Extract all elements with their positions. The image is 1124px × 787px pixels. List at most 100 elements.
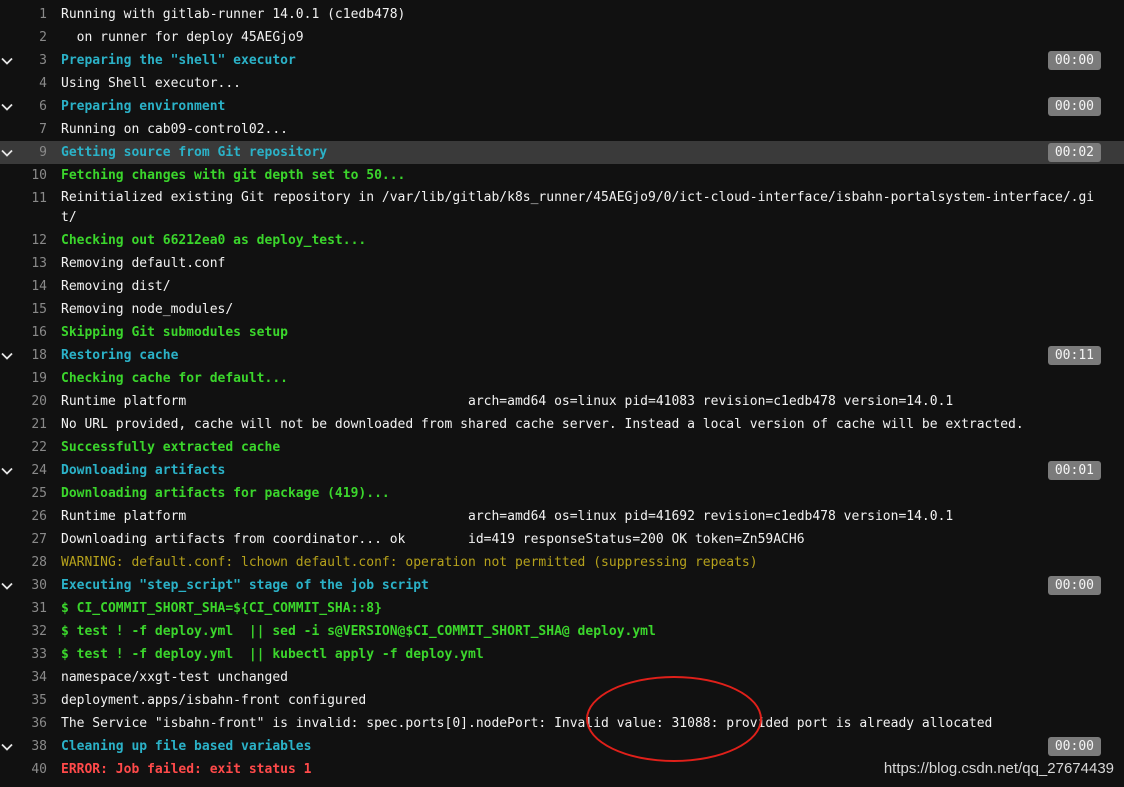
line-number[interactable]: 26 — [14, 505, 47, 528]
log-section-header[interactable]: 38 Cleaning up file based variables 00:00 — [0, 735, 1124, 758]
section-duration-badge: 00:00 — [1047, 51, 1101, 70]
line-number[interactable]: 14 — [14, 275, 47, 298]
log-text: Downloading artifacts for package (419).… — [61, 486, 390, 501]
line-number[interactable]: 20 — [14, 390, 47, 413]
log-line: 28 WARNING: default.conf: lchown default.… — [0, 551, 1124, 574]
log-text: on runner for deploy 45AEGjo9 — [61, 30, 304, 45]
chevron-down-icon[interactable] — [1, 574, 13, 597]
log-section-header[interactable]: 18 Restoring cache 00:11 — [0, 344, 1124, 367]
log-line: 36 The Service "isbahn-front" is invalid:… — [0, 712, 1124, 735]
line-number[interactable]: 15 — [14, 298, 47, 321]
log-text: Running on cab09-control02... — [61, 122, 288, 137]
line-number[interactable]: 18 — [14, 344, 47, 367]
log-line: 25 Downloading artifacts for package (419… — [0, 482, 1124, 505]
log-text: Running with gitlab-runner 14.0.1 (c1edb… — [61, 7, 406, 22]
log-text: Executing "step_script" stage of the job… — [61, 578, 429, 593]
log-text: Reinitialized existing Git repository in… — [61, 190, 1095, 225]
log-line: 15 Removing node_modules/ — [0, 298, 1124, 321]
line-number[interactable]: 3 — [14, 49, 47, 72]
line-number[interactable]: 4 — [14, 72, 47, 95]
line-number[interactable]: 40 — [14, 758, 47, 781]
log-line: 34 namespace/xxgt-test unchanged — [0, 666, 1124, 689]
log-section-header[interactable]: 6 Preparing environment 00:00 — [0, 95, 1124, 118]
line-number[interactable]: 19 — [14, 367, 47, 390]
log-text: The Service "isbahn-front" is invalid: s… — [61, 716, 993, 731]
chevron-down-icon[interactable] — [1, 49, 13, 72]
log-line: 12 Checking out 66212ea0 as deploy_test..… — [0, 229, 1124, 252]
log-text: $ test ! -f deploy.yml || kubectl apply … — [61, 647, 484, 662]
log-text: Downloading artifacts from coordinator..… — [61, 532, 805, 547]
line-number[interactable]: 31 — [14, 597, 47, 620]
line-number[interactable]: 24 — [14, 459, 47, 482]
line-number[interactable]: 34 — [14, 666, 47, 689]
line-number[interactable]: 11 — [14, 187, 47, 210]
line-number[interactable]: 16 — [14, 321, 47, 344]
log-line: 1 Running with gitlab-runner 14.0.1 (c1ed… — [0, 3, 1124, 26]
line-number[interactable]: 9 — [14, 141, 47, 164]
line-number[interactable]: 25 — [14, 482, 47, 505]
line-number[interactable]: 38 — [14, 735, 47, 758]
log-line: 32 $ test ! -f deploy.yml || sed -i s@VER… — [0, 620, 1124, 643]
line-number[interactable]: 13 — [14, 252, 47, 275]
log-text: deployment.apps/isbahn-front configured — [61, 693, 367, 708]
chevron-down-icon[interactable] — [1, 459, 13, 482]
line-number[interactable]: 10 — [14, 164, 47, 187]
line-number[interactable]: 27 — [14, 528, 47, 551]
section-duration-badge: 00:01 — [1047, 461, 1101, 480]
log-line: 10 Fetching changes with git depth set to… — [0, 164, 1124, 187]
log-line: 7 Running on cab09-control02... — [0, 118, 1124, 141]
log-text: Checking cache for default... — [61, 371, 288, 386]
section-duration-badge: 00:00 — [1047, 97, 1101, 116]
job-log: 1 Running with gitlab-runner 14.0.1 (c1ed… — [0, 3, 1124, 781]
line-number[interactable]: 35 — [14, 689, 47, 712]
line-number[interactable]: 28 — [14, 551, 47, 574]
log-line: 13 Removing default.conf — [0, 252, 1124, 275]
log-section-header[interactable]: 24 Downloading artifacts 00:01 — [0, 459, 1124, 482]
log-line: 26 Runtime platform arch=amd64 os=linux p… — [0, 505, 1124, 528]
line-number[interactable]: 32 — [14, 620, 47, 643]
log-text: Runtime platform arch=amd64 os=linux pid… — [61, 394, 954, 409]
log-text: $ test ! -f deploy.yml || sed -i s@VERSI… — [61, 624, 656, 639]
log-line: 21 No URL provided, cache will not be dow… — [0, 413, 1124, 436]
log-text: namespace/xxgt-test unchanged — [61, 670, 288, 685]
log-section-header[interactable]: 30 Executing "step_script" stage of the j… — [0, 574, 1124, 597]
line-number[interactable]: 7 — [14, 118, 47, 141]
line-number[interactable]: 2 — [14, 26, 47, 49]
line-number[interactable]: 30 — [14, 574, 47, 597]
log-text: Checking out 66212ea0 as deploy_test... — [61, 233, 367, 248]
log-text: Cleaning up file based variables — [61, 739, 312, 754]
log-section-header[interactable]: 3 Preparing the "shell" executor 00:00 — [0, 49, 1124, 72]
log-line: 2 on runner for deploy 45AEGjo9 — [0, 26, 1124, 49]
line-number[interactable]: 33 — [14, 643, 47, 666]
watermark: https://blog.csdn.net/qq_27674439 — [883, 760, 1114, 777]
line-number[interactable]: 22 — [14, 436, 47, 459]
log-text: Removing default.conf — [61, 256, 226, 271]
log-text: Preparing the "shell" executor — [61, 53, 296, 68]
section-duration-badge: 00:11 — [1047, 346, 1101, 365]
log-line: 14 Removing dist/ — [0, 275, 1124, 298]
chevron-down-icon[interactable] — [1, 735, 13, 758]
section-duration-badge: 00:00 — [1047, 737, 1101, 756]
log-line: 31 $ CI_COMMIT_SHORT_SHA=${CI_COMMIT_SHA:… — [0, 597, 1124, 620]
log-text: Downloading artifacts — [61, 463, 226, 478]
chevron-down-icon[interactable] — [1, 141, 13, 164]
log-line: 16 Skipping Git submodules setup — [0, 321, 1124, 344]
line-number[interactable]: 6 — [14, 95, 47, 118]
line-number[interactable]: 1 — [14, 3, 47, 26]
log-text: Removing node_modules/ — [61, 302, 234, 317]
section-duration-badge: 00:02 — [1047, 143, 1101, 162]
section-duration-badge: 00:00 — [1047, 576, 1101, 595]
log-text: WARNING: default.conf: lchown default.co… — [61, 555, 758, 570]
line-number[interactable]: 36 — [14, 712, 47, 735]
log-text: Getting source from Git repository — [61, 145, 328, 160]
log-text: Runtime platform arch=amd64 os=linux pid… — [61, 509, 954, 524]
log-section-header[interactable]: 9 Getting source from Git repository 00:02 — [0, 141, 1124, 164]
chevron-down-icon[interactable] — [1, 95, 13, 118]
log-line: 4 Using Shell executor... — [0, 72, 1124, 95]
log-line: 27 Downloading artifacts from coordinator… — [0, 528, 1124, 551]
line-number[interactable]: 21 — [14, 413, 47, 436]
line-number[interactable]: 12 — [14, 229, 47, 252]
chevron-down-icon[interactable] — [1, 344, 13, 367]
log-text: Removing dist/ — [61, 279, 171, 294]
log-line: 35 deployment.apps/isbahn-front configure… — [0, 689, 1124, 712]
